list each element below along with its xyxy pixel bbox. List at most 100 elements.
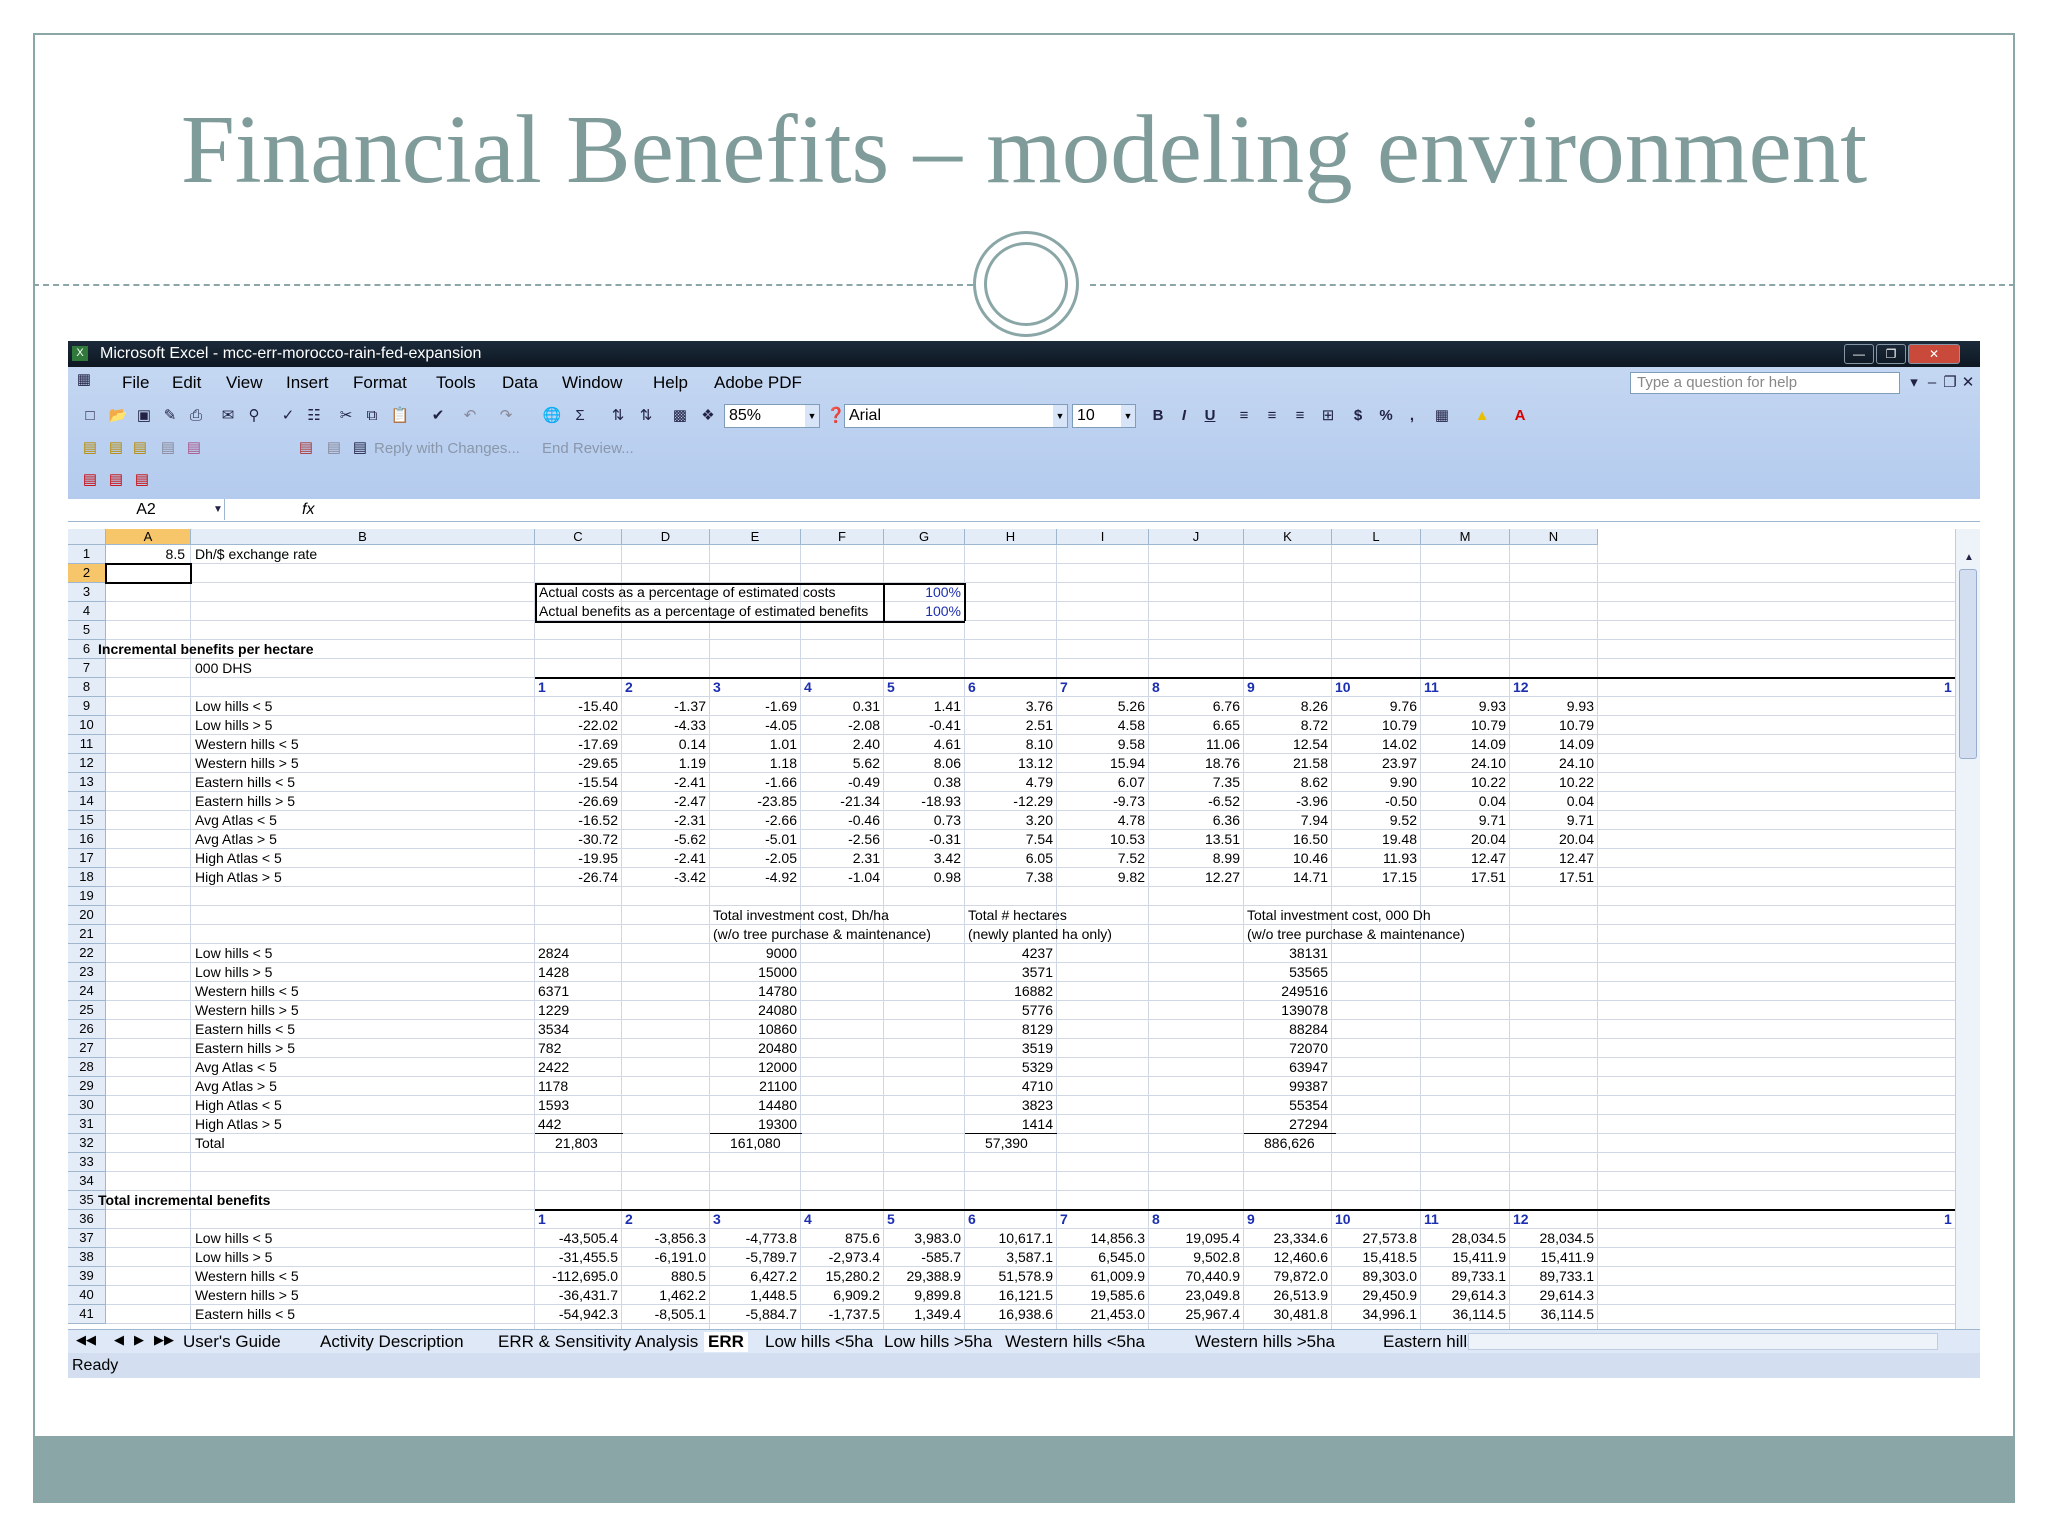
help-icon[interactable]: ❓ bbox=[826, 407, 846, 425]
end-review-button[interactable]: End Review... bbox=[542, 440, 634, 457]
sheet-tab-err[interactable]: ERR bbox=[704, 1332, 748, 1352]
row-header-13[interactable]: 13 bbox=[68, 773, 106, 792]
scroll-thumb[interactable] bbox=[1959, 569, 1977, 759]
font-select[interactable]: Arial ▼ bbox=[844, 404, 1068, 428]
row-header-34[interactable]: 34 bbox=[68, 1172, 106, 1191]
row-header-22[interactable]: 22 bbox=[68, 944, 106, 963]
borders-icon[interactable]: ▦ bbox=[1432, 407, 1452, 425]
chart-wizard-icon[interactable]: ▩ bbox=[670, 407, 690, 425]
row-header-16[interactable]: 16 bbox=[68, 830, 106, 849]
menu-file[interactable]: File bbox=[122, 373, 149, 393]
row-header-33[interactable]: 33 bbox=[68, 1153, 106, 1172]
currency-button[interactable]: $ bbox=[1348, 407, 1368, 425]
row-header-2[interactable]: 2 bbox=[68, 564, 106, 583]
row-header-8[interactable]: 8 bbox=[68, 678, 106, 697]
row-header-7[interactable]: 7 bbox=[68, 659, 106, 678]
row-header-23[interactable]: 23 bbox=[68, 963, 106, 982]
menu-data[interactable]: Data bbox=[502, 373, 538, 393]
pdf-icon[interactable]: ▤ bbox=[132, 471, 152, 489]
column-header-h[interactable]: H bbox=[965, 529, 1057, 545]
close-button[interactable]: ✕ bbox=[1908, 344, 1960, 364]
font-size-select[interactable]: 10 ▼ bbox=[1072, 404, 1136, 428]
print-preview-icon[interactable]: ⚲ bbox=[244, 407, 264, 425]
row-header-26[interactable]: 26 bbox=[68, 1020, 106, 1039]
redo-icon[interactable]: ↷ bbox=[496, 407, 516, 425]
row-header-28[interactable]: 28 bbox=[68, 1058, 106, 1077]
spreadsheet-grid[interactable]: A B C D E F G H I J K L M N 1 2 3 4 5 6 7 8 9 10 11 12 13 14 15 16 17 1… bbox=[68, 529, 1955, 1329]
help-search-input[interactable]: Type a question for help bbox=[1630, 372, 1900, 394]
sheet-tab-low-hills-5ha[interactable]: Low hills <5ha bbox=[765, 1332, 873, 1352]
row-header-30[interactable]: 30 bbox=[68, 1096, 106, 1115]
sort-desc-icon[interactable]: ⇅ bbox=[636, 407, 656, 425]
row-header-1[interactable]: 1 bbox=[68, 545, 106, 564]
underline-button[interactable]: U bbox=[1200, 407, 1220, 425]
send-icon[interactable]: ▤ bbox=[106, 439, 126, 457]
review-icon[interactable]: ▤ bbox=[350, 439, 370, 457]
column-header-f[interactable]: F bbox=[801, 529, 884, 545]
column-header-k[interactable]: K bbox=[1244, 529, 1332, 545]
row-header-40[interactable]: 40 bbox=[68, 1286, 106, 1305]
row-header-39[interactable]: 39 bbox=[68, 1267, 106, 1286]
menu-window[interactable]: Window bbox=[562, 373, 622, 393]
row-header-27[interactable]: 27 bbox=[68, 1039, 106, 1058]
tab-nav-last-icon[interactable]: ▶▶ bbox=[154, 1332, 174, 1348]
sheet-tab-western-hills-5ha[interactable]: Western hills >5ha bbox=[1195, 1332, 1335, 1352]
row-header-9[interactable]: 9 bbox=[68, 697, 106, 716]
row-header-32[interactable]: 32 bbox=[68, 1134, 106, 1153]
spelling-icon[interactable]: ✓ bbox=[278, 407, 298, 425]
column-header-g[interactable]: G bbox=[884, 529, 965, 545]
minimize-button[interactable]: — bbox=[1844, 344, 1874, 364]
scroll-up-icon[interactable]: ▲ bbox=[1959, 549, 1979, 567]
sheet-tab-activity-description[interactable]: Activity Description bbox=[320, 1332, 464, 1352]
pdf-icon[interactable]: ▤ bbox=[80, 471, 100, 489]
horizontal-scrollbar[interactable] bbox=[1468, 1333, 1938, 1350]
tab-nav-prev-icon[interactable]: ◀ bbox=[114, 1332, 124, 1348]
column-header-b[interactable]: B bbox=[191, 529, 535, 545]
column-header-i[interactable]: I bbox=[1057, 529, 1149, 545]
row-header-15[interactable]: 15 bbox=[68, 811, 106, 830]
chevron-down-icon[interactable]: ▼ bbox=[208, 501, 228, 519]
comma-button[interactable]: , bbox=[1402, 407, 1422, 425]
row-header-18[interactable]: 18 bbox=[68, 868, 106, 887]
menu-tools[interactable]: Tools bbox=[436, 373, 476, 393]
ink-icon[interactable]: ▤ bbox=[324, 439, 344, 457]
percent-button[interactable]: % bbox=[1376, 407, 1396, 425]
restore-button[interactable]: ❐ bbox=[1876, 344, 1906, 364]
row-header-21[interactable]: 21 bbox=[68, 925, 106, 944]
tab-nav-first-icon[interactable]: ◀◀ bbox=[76, 1332, 96, 1348]
menu-view[interactable]: View bbox=[226, 373, 263, 393]
sheet-tab-low-hills-5ha[interactable]: Low hills >5ha bbox=[884, 1332, 992, 1352]
row-header-31[interactable]: 31 bbox=[68, 1115, 106, 1134]
share-icon[interactable]: ▤ bbox=[184, 439, 204, 457]
row-header-3[interactable]: 3 bbox=[68, 583, 106, 602]
row-header-20[interactable]: 20 bbox=[68, 906, 106, 925]
hyperlink-icon[interactable]: 🌐 bbox=[542, 407, 562, 425]
row-header-41[interactable]: 41 bbox=[68, 1305, 106, 1324]
email-icon[interactable]: ✉ bbox=[218, 407, 238, 425]
function-icon[interactable]: fx bbox=[302, 499, 314, 520]
row-header-4[interactable]: 4 bbox=[68, 602, 106, 621]
row-header-12[interactable]: 12 bbox=[68, 754, 106, 773]
reply-icon[interactable]: ▤ bbox=[130, 439, 150, 457]
selected-cell-a2[interactable] bbox=[105, 563, 192, 584]
menu-adobe-pdf[interactable]: Adobe PDF bbox=[714, 373, 802, 393]
row-header-37[interactable]: 37 bbox=[68, 1229, 106, 1248]
pdf-icon[interactable]: ▤ bbox=[106, 471, 126, 489]
column-header-a[interactable]: A bbox=[106, 529, 191, 545]
row-header-11[interactable]: 11 bbox=[68, 735, 106, 754]
undo-icon[interactable]: ↶ bbox=[460, 407, 480, 425]
column-header-n[interactable]: N bbox=[1510, 529, 1598, 545]
font-color-icon[interactable]: A bbox=[1510, 407, 1530, 425]
column-header-e[interactable]: E bbox=[710, 529, 801, 545]
row-header-24[interactable]: 24 bbox=[68, 982, 106, 1001]
doc-restore-icon[interactable]: ❐ bbox=[1940, 374, 1960, 392]
bold-button[interactable]: B bbox=[1148, 407, 1168, 425]
format-painter-icon[interactable]: ✔ bbox=[428, 407, 448, 425]
permission-icon[interactable]: ✎ bbox=[160, 407, 180, 425]
row-header-10[interactable]: 10 bbox=[68, 716, 106, 735]
drawing-icon[interactable]: ❖ bbox=[698, 407, 718, 425]
reply-with-changes-button[interactable]: Reply with Changes... bbox=[374, 440, 520, 457]
open-icon[interactable]: 📂 bbox=[108, 407, 128, 425]
align-right-icon[interactable]: ≡ bbox=[1290, 407, 1310, 425]
select-all-corner[interactable] bbox=[68, 529, 106, 545]
